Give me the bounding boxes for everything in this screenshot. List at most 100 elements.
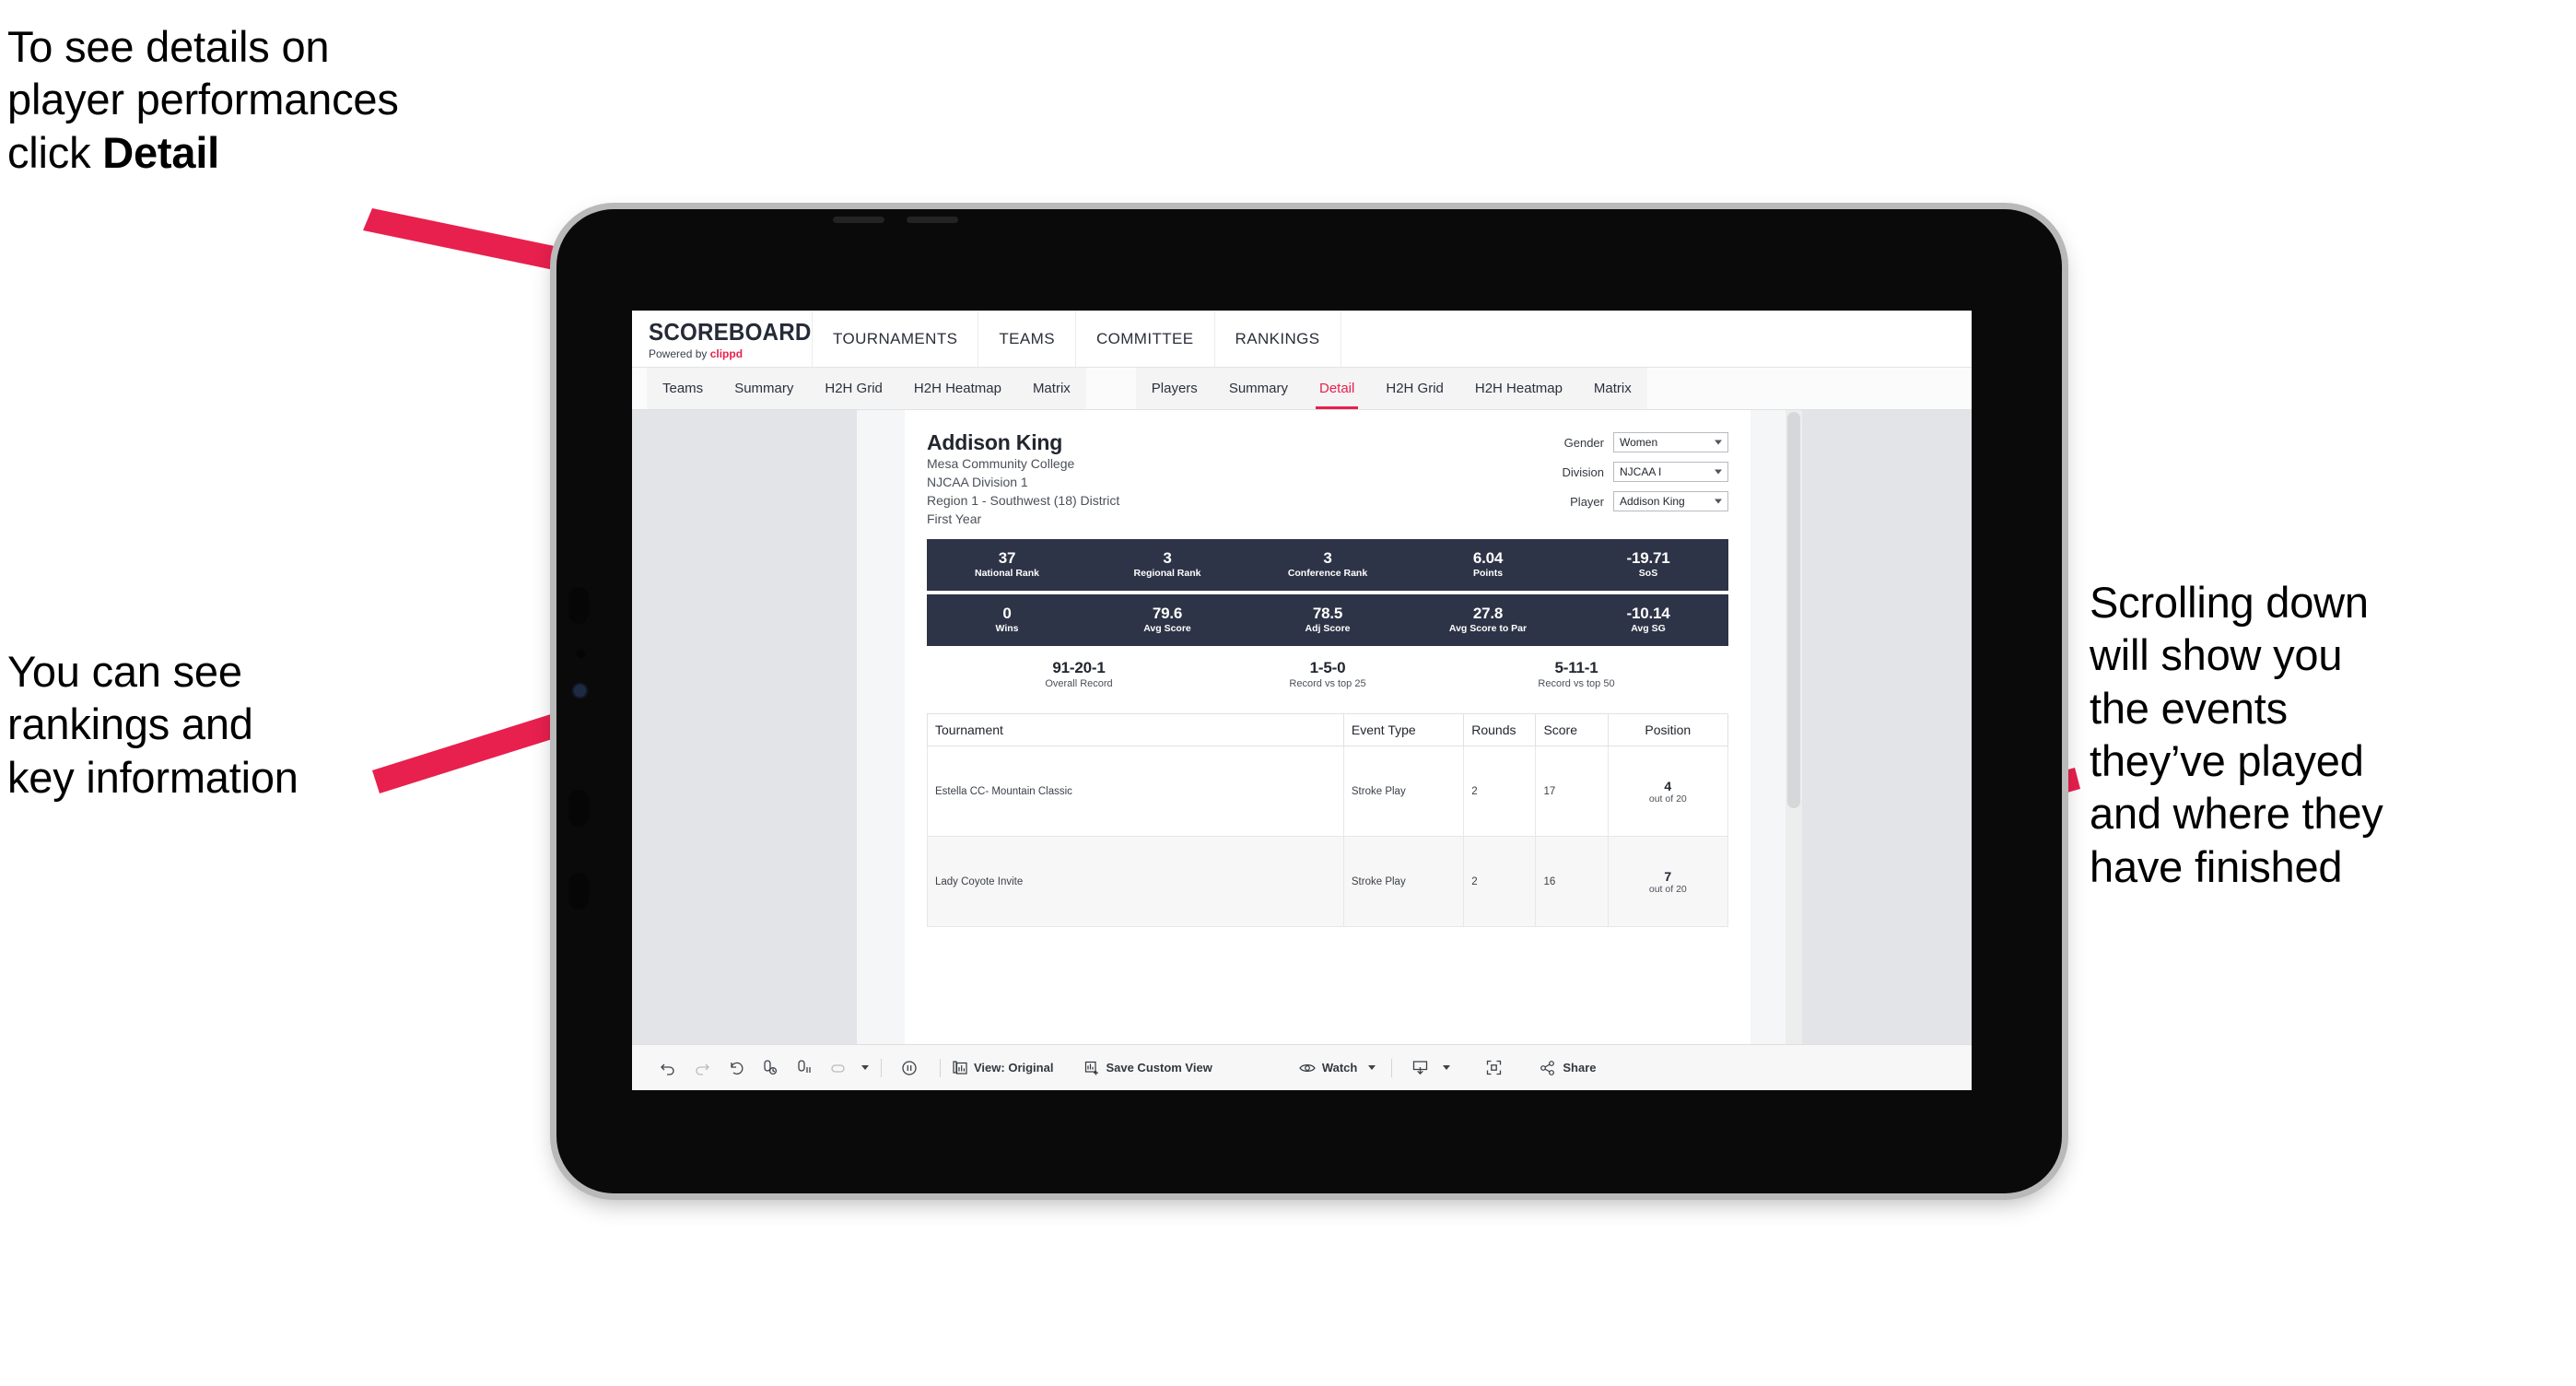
volume-up-button[interactable] (568, 587, 589, 624)
column-header-tournament[interactable]: Tournament (927, 713, 1344, 747)
filter-label-player: Player (1570, 494, 1604, 509)
tab-players-detail[interactable]: Detail (1304, 368, 1370, 409)
download-icon[interactable] (1404, 1052, 1435, 1084)
nav-item-teams[interactable]: TEAMS (978, 311, 1076, 367)
fullscreen-icon[interactable] (1478, 1052, 1509, 1084)
record-overall: 91-20-1 Overall Record (954, 659, 1203, 691)
tab-teams-summary[interactable]: Summary (719, 368, 809, 409)
division-dropdown[interactable]: NJCAA I (1613, 462, 1728, 482)
loop-icon[interactable] (823, 1052, 854, 1084)
filter-label-division: Division (1562, 464, 1604, 479)
stat-regional-rank: 3 Regional Rank (1087, 549, 1247, 580)
share-button[interactable]: Share (1540, 1060, 1597, 1075)
annotation-line: they’ve played (2090, 735, 2364, 785)
volume-down-button[interactable] (568, 790, 589, 827)
stat-national-rank: 37 National Rank (927, 549, 1087, 580)
events-table: Tournament Event Type Rounds Score Posit… (927, 713, 1729, 928)
annotation-mid-left: You can see rankings and key information (7, 645, 486, 804)
annotation-line: You can see (7, 647, 242, 696)
table-row[interactable]: Estella CC- Mountain Classic Stroke Play… (927, 746, 1729, 838)
tab-teams-matrix[interactable]: Matrix (1017, 368, 1086, 409)
save-label: Save Custom View (1106, 1061, 1212, 1075)
scrollbar-thumb[interactable] (1787, 412, 1800, 808)
nav-item-committee[interactable]: COMMITTEE (1076, 311, 1215, 367)
record-vs-top-50: 5-11-1 Record vs top 50 (1452, 659, 1701, 691)
chevron-down-icon[interactable] (861, 1065, 869, 1070)
chart-view-icon (953, 1060, 967, 1075)
share-label: Share (1563, 1061, 1597, 1075)
nav-item-tournaments[interactable]: TOURNAMENTS (813, 311, 979, 367)
speaker-grille (833, 217, 884, 223)
annotation-text: click (7, 127, 103, 177)
tab-players-summary[interactable]: Summary (1213, 368, 1304, 409)
toolbar-divider (881, 1058, 882, 1077)
stat-value: 27.8 (1472, 604, 1504, 622)
tab-teams-h2h-grid[interactable]: H2H Grid (809, 368, 898, 409)
stat-value: 6.04 (1472, 548, 1504, 567)
stat-value: 3 (1163, 548, 1172, 567)
app-logo[interactable]: SCOREBOARD Powered by clippd (632, 311, 813, 367)
stat-label: Points (1472, 567, 1504, 579)
cell-tournament: Estella CC- Mountain Classic (927, 746, 1344, 838)
view-original-button[interactable]: View: Original (953, 1060, 1053, 1075)
stat-sos: -19.71 SoS (1568, 549, 1728, 580)
record-label: Record vs top 25 (1289, 677, 1366, 689)
filter-panel: Gender Women Division NJCAA I Player Add… (1547, 432, 1728, 521)
cell-rounds: 2 (1463, 746, 1537, 838)
watch-button[interactable]: Watch (1299, 1061, 1376, 1075)
column-header-score[interactable]: Score (1535, 713, 1609, 747)
annotation-line: Scrolling down (2090, 578, 2369, 627)
record-label: Record vs top 50 (1538, 677, 1615, 689)
position-field-size: out of 20 (1648, 793, 1687, 805)
tab-players[interactable]: Players (1136, 368, 1213, 409)
stat-label: Wins (995, 622, 1019, 634)
gender-dropdown[interactable]: Women (1613, 432, 1728, 452)
record-vs-top-25: 1-5-0 Record vs top 25 (1203, 659, 1452, 691)
toolbar-divider (1391, 1058, 1393, 1077)
stat-value: 37 (998, 548, 1016, 567)
tab-players-h2h-grid[interactable]: H2H Grid (1370, 368, 1459, 409)
stat-label: Avg Score (1143, 622, 1191, 634)
division-value: NJCAA I (1620, 465, 1662, 478)
player-dropdown[interactable]: Addison King (1613, 491, 1728, 511)
undo-icon[interactable] (652, 1052, 684, 1084)
annotation-line: and where they (2090, 789, 2383, 839)
pause-auto-update-icon[interactable] (894, 1052, 925, 1084)
annotation-line: player performances (7, 75, 399, 124)
power-button[interactable] (568, 873, 589, 910)
stat-adj-score: 78.5 Adj Score (1247, 605, 1408, 635)
cell-event-type: Stroke Play (1342, 836, 1465, 928)
chevron-down-icon[interactable] (1443, 1065, 1451, 1070)
record-value: 5-11-1 (1554, 658, 1598, 676)
brand-name: clippd (709, 346, 744, 360)
table-row[interactable]: Lady Coyote Invite Stroke Play 2 16 7 ou… (927, 836, 1729, 928)
stat-label: Conference Rank (1287, 567, 1368, 579)
refresh-data-icon[interactable] (755, 1052, 786, 1084)
stat-value: 0 (1002, 604, 1012, 622)
bottom-toolbar: View: Original Save Custom View Watch Sh… (632, 1044, 1972, 1090)
tab-teams[interactable]: Teams (647, 368, 719, 409)
pause-refresh-icon[interactable] (789, 1052, 820, 1084)
record-value: 1-5-0 (1309, 658, 1346, 676)
tab-players-h2h-heatmap[interactable]: H2H Heatmap (1459, 368, 1578, 409)
player-header: Addison King Mesa Community College NJCA… (927, 430, 1728, 529)
nav-item-rankings[interactable]: RANKINGS (1215, 311, 1341, 367)
annotation-line: rankings and (7, 699, 253, 749)
column-header-event-type[interactable]: Event Type (1342, 713, 1465, 747)
revert-icon[interactable] (720, 1052, 752, 1084)
tab-teams-h2h-heatmap[interactable]: H2H Heatmap (898, 368, 1017, 409)
table-header-row: Tournament Event Type Rounds Score Posit… (927, 713, 1729, 747)
annotation-top-left: To see details on player performances cl… (7, 20, 634, 179)
redo-icon (686, 1052, 718, 1084)
top-navigation-bar: SCOREBOARD Powered by clippd TOURNAMENTS… (632, 311, 1972, 368)
column-header-rounds[interactable]: Rounds (1463, 713, 1537, 747)
player-division: NJCAA Division 1 (927, 474, 1028, 489)
tab-players-matrix[interactable]: Matrix (1578, 368, 1647, 409)
save-custom-view-button[interactable]: Save Custom View (1084, 1061, 1212, 1075)
teams-tab-group: Teams Summary H2H Grid H2H Heatmap Matri… (647, 368, 1086, 409)
stat-avg-sg: -10.14 Avg SG (1568, 605, 1728, 635)
column-header-position[interactable]: Position (1607, 713, 1729, 747)
annotation-line: will show you (2090, 630, 2343, 680)
speaker-grille (907, 217, 958, 223)
vertical-scrollbar[interactable] (1786, 410, 1802, 1044)
